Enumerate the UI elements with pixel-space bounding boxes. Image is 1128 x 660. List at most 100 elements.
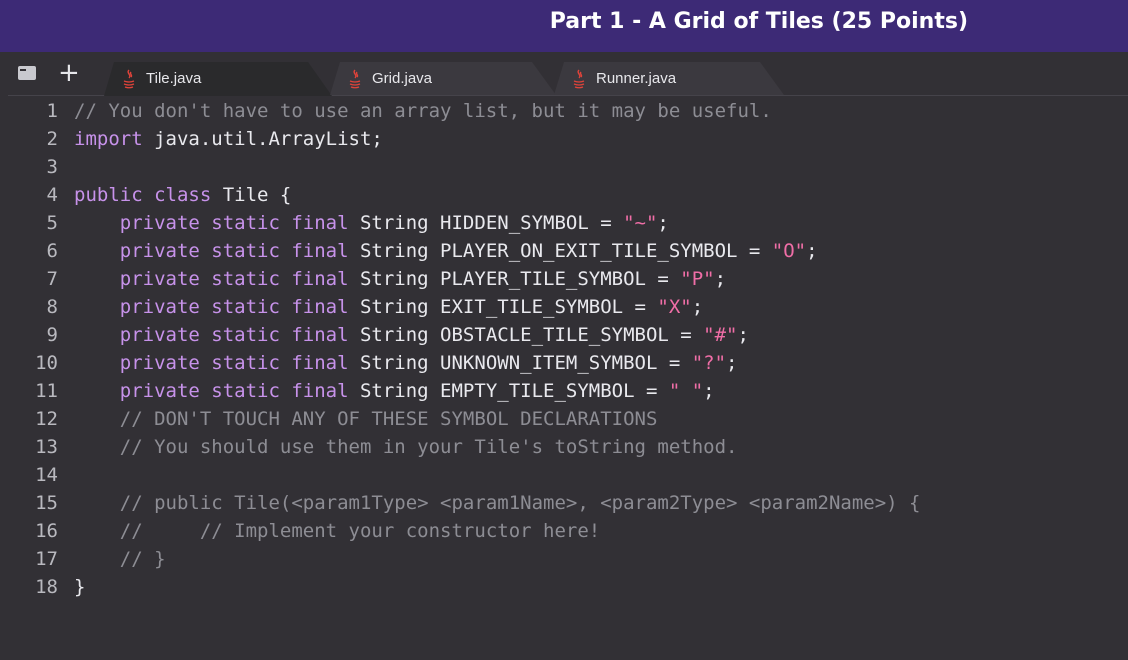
- code-text: // You should use them in your Tile's to…: [74, 433, 738, 461]
- code-token: // You don't have to use an array list, …: [74, 100, 772, 122]
- code-line[interactable]: 8 private static final String EXIT_TILE_…: [0, 293, 1128, 321]
- code-text: // // Implement your constructor here!: [74, 517, 600, 545]
- code-line[interactable]: 11 private static final String EMPTY_TIL…: [0, 377, 1128, 405]
- java-icon: [348, 69, 362, 89]
- code-line[interactable]: 17 // }: [0, 545, 1128, 573]
- code-token: // }: [119, 548, 166, 570]
- code-token: }: [74, 576, 86, 598]
- code-line[interactable]: 2 import java.util.ArrayList;: [0, 125, 1128, 153]
- code-token: String OBSTACLE_TILE_SYMBOL =: [348, 324, 704, 346]
- code-editor[interactable]: 1 // You don't have to use an array list,…: [0, 96, 1128, 660]
- code-line[interactable]: 6 private static final String PLAYER_ON_…: [0, 237, 1128, 265]
- code-token: import: [74, 128, 143, 150]
- code-token: "X": [657, 296, 692, 318]
- java-icon: [572, 69, 586, 89]
- tab-label: Grid.java: [372, 70, 433, 87]
- code-text: // You don't have to use an array list, …: [74, 97, 772, 125]
- line-number: 7: [46, 268, 58, 290]
- code-token: // DON'T TOUCH ANY OF THESE SYMBOL DECLA…: [119, 408, 658, 430]
- code-token: ;: [737, 324, 749, 346]
- code-line[interactable]: 14: [0, 461, 1128, 489]
- code-text: private static final String OBSTACLE_TIL…: [74, 321, 749, 349]
- code-token: class: [154, 184, 212, 206]
- line-number: 15: [35, 492, 58, 514]
- files-icon[interactable]: [18, 66, 36, 80]
- tab-label: Tile.java: [146, 70, 202, 87]
- line-number: 6: [46, 240, 58, 262]
- line-number: 2: [46, 128, 58, 150]
- code-token: String EMPTY_TILE_SYMBOL =: [348, 380, 669, 402]
- code-token: String EXIT_TILE_SYMBOL =: [348, 296, 658, 318]
- tab-label: Runner.java: [596, 70, 677, 87]
- code-token: private static final: [119, 324, 349, 346]
- code-token: java.util.ArrayList;: [142, 128, 383, 150]
- code-line[interactable]: 9 private static final String OBSTACLE_T…: [0, 321, 1128, 349]
- line-number: 13: [35, 436, 58, 458]
- assignment-banner: Part 1 - A Grid of Tiles (25 Points): [0, 0, 1128, 52]
- code-token: private static final: [119, 240, 349, 262]
- code-text: // }: [74, 545, 166, 573]
- code-text: }: [74, 573, 85, 601]
- plus-icon[interactable]: +: [58, 58, 80, 88]
- code-text: private static final String PLAYER_ON_EX…: [74, 237, 818, 265]
- code-token: // You should use them in your Tile's to…: [119, 436, 738, 458]
- java-icon: [122, 69, 136, 89]
- code-line[interactable]: 15 // public Tile(<param1Type> <param1Na…: [0, 489, 1128, 517]
- code-line[interactable]: 3: [0, 153, 1128, 181]
- code-token: public: [74, 184, 143, 206]
- code-line[interactable]: 7 private static final String PLAYER_TIL…: [0, 265, 1128, 293]
- tab-runner-java[interactable]: Runner.java: [554, 62, 784, 95]
- code-token: ;: [703, 380, 715, 402]
- code-line[interactable]: 4 public class Tile {: [0, 181, 1128, 209]
- code-text: private static final String PLAYER_TILE_…: [74, 265, 726, 293]
- code-line[interactable]: 18}: [0, 573, 1128, 601]
- line-number: 10: [35, 352, 58, 374]
- code-line[interactable]: 10 private static final String UNKNOWN_I…: [0, 349, 1128, 377]
- code-token: ;: [657, 212, 669, 234]
- code-line[interactable]: 13 // You should use them in your Tile's…: [0, 433, 1128, 461]
- code-token: // public Tile(<param1Type> <param1Name>…: [119, 492, 921, 514]
- code-token: String PLAYER_TILE_SYMBOL =: [348, 268, 681, 290]
- code-token: private static final: [119, 296, 349, 318]
- code-text: import java.util.ArrayList;: [74, 125, 383, 153]
- line-number: 17: [35, 548, 58, 570]
- code-line[interactable]: 5 private static final String HIDDEN_SYM…: [0, 209, 1128, 237]
- code-text: private static final String UNKNOWN_ITEM…: [74, 349, 738, 377]
- code-token: // // Implement your constructor here!: [119, 520, 601, 542]
- code-token: private static final: [119, 268, 349, 290]
- code-text: // DON'T TOUCH ANY OF THESE SYMBOL DECLA…: [74, 405, 658, 433]
- code-line[interactable]: 16 // // Implement your constructor here…: [0, 517, 1128, 545]
- code-line[interactable]: 1 // You don't have to use an array list,…: [0, 97, 1128, 125]
- banner-title: Part 1 - A Grid of Tiles (25 Points): [549, 9, 968, 34]
- line-number: 4: [46, 184, 58, 206]
- line-number: 14: [35, 464, 58, 486]
- code-token: private static final: [119, 380, 349, 402]
- code-token: String HIDDEN_SYMBOL =: [348, 212, 624, 234]
- tab-grid-java[interactable]: Grid.java: [330, 62, 556, 95]
- line-number: 9: [46, 324, 58, 346]
- line-number: 8: [46, 296, 58, 318]
- code-token: String PLAYER_ON_EXIT_TILE_SYMBOL =: [348, 240, 772, 262]
- code-line[interactable]: 12 // DON'T TOUCH ANY OF THESE SYMBOL DE…: [0, 405, 1128, 433]
- line-number: 16: [35, 520, 58, 542]
- code-token: ;: [714, 268, 727, 290]
- line-number: 1: [46, 100, 58, 122]
- code-token: ;: [691, 296, 704, 318]
- code-text: public class Tile {: [74, 181, 291, 209]
- code-token: "?": [691, 352, 727, 374]
- code-token: "#": [703, 324, 738, 346]
- code-token: " ": [668, 380, 704, 402]
- tab-tile-java[interactable]: Tile.java: [104, 62, 332, 96]
- code-token: ;: [806, 240, 818, 262]
- code-token: Tile {: [211, 184, 292, 206]
- code-token: String UNKNOWN_ITEM_SYMBOL =: [348, 352, 692, 374]
